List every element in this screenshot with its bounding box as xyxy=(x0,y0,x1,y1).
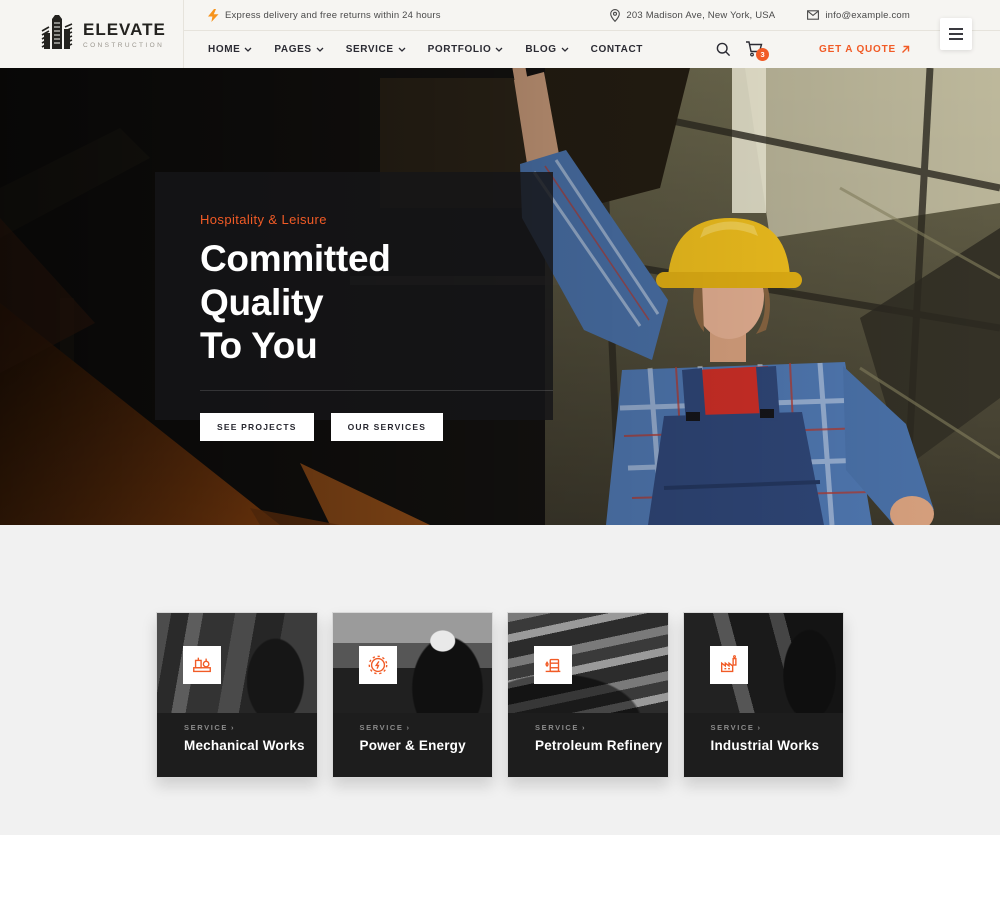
hero-title-line2: To You xyxy=(200,325,317,366)
service-photo xyxy=(684,613,844,713)
service-title: Industrial Works xyxy=(711,738,844,753)
chevron-down-icon xyxy=(244,47,252,52)
hero-divider xyxy=(200,390,553,391)
see-projects-button[interactable]: SEE PROJECTS xyxy=(200,413,314,441)
logo-text: ELEVATE CONSTRUCTION xyxy=(83,20,166,49)
chevron-right-icon: › xyxy=(582,723,585,732)
service-title: Power & Energy xyxy=(360,738,493,753)
nav-item-service[interactable]: SERVICE xyxy=(346,44,406,55)
factory-icon xyxy=(718,654,740,676)
quote-label: GET A QUOTE xyxy=(819,44,896,55)
service-photo xyxy=(333,613,493,713)
service-tag-text: SERVICE xyxy=(184,723,228,732)
service-icon-box xyxy=(710,646,748,684)
cart-count-badge: 3 xyxy=(756,48,769,61)
our-services-button[interactable]: OUR SERVICES xyxy=(331,413,443,441)
promo-text: Express delivery and free returns within… xyxy=(225,10,441,21)
chevron-right-icon: › xyxy=(758,723,761,732)
brand-tagline: CONSTRUCTION xyxy=(83,42,166,49)
hero-title: Committed Quality To You xyxy=(200,237,523,368)
service-card-mechanical[interactable]: SERVICE› Mechanical Works xyxy=(156,612,318,778)
hero-kicker: Hospitality & Leisure xyxy=(200,212,523,227)
chevron-down-icon xyxy=(495,47,503,52)
service-tag-text: SERVICE xyxy=(711,723,755,732)
service-title: Mechanical Works xyxy=(184,738,317,753)
address-text: 203 Madison Ave, New York, USA xyxy=(626,10,775,21)
cart-button[interactable]: 3 xyxy=(745,41,763,57)
service-caption: SERVICE› Power & Energy xyxy=(333,713,493,753)
service-tag: SERVICE› xyxy=(535,723,668,732)
header-right: Express delivery and free returns within… xyxy=(183,0,1000,68)
hero-content-panel: Hospitality & Leisure Committed Quality … xyxy=(155,172,553,420)
nav-label: PAGES xyxy=(274,44,311,55)
lightning-icon xyxy=(208,9,219,22)
nav-item-home[interactable]: HOME xyxy=(208,44,252,55)
nav-label: CONTACT xyxy=(591,44,643,55)
bottom-whitespace xyxy=(0,835,1000,900)
nav-item-blog[interactable]: BLOG xyxy=(525,44,568,55)
nav-label: SERVICE xyxy=(346,44,394,55)
chevron-down-icon xyxy=(561,47,569,52)
hero-buttons: SEE PROJECTS OUR SERVICES xyxy=(200,413,523,441)
service-caption: SERVICE› Mechanical Works xyxy=(157,713,317,753)
arrow-up-right-icon xyxy=(901,45,910,54)
main-nav: HOME PAGES SERVICE PORTFOLIO BLOG xyxy=(184,31,1000,67)
service-icon-box xyxy=(534,646,572,684)
hero-section: Hospitality & Leisure Committed Quality … xyxy=(0,68,1000,525)
service-icon-box xyxy=(183,646,221,684)
menu-toggle-button[interactable] xyxy=(940,18,972,50)
service-card-industrial[interactable]: SERVICE› Industrial Works xyxy=(683,612,845,778)
logo[interactable]: ELEVATE CONSTRUCTION xyxy=(0,0,183,68)
service-icon-box xyxy=(359,646,397,684)
service-caption: SERVICE› Petroleum Refinery xyxy=(508,713,668,753)
chevron-down-icon xyxy=(398,47,406,52)
brand-name: ELEVATE xyxy=(83,20,166,40)
service-tag-text: SERVICE xyxy=(535,723,579,732)
header-icon-buttons: 3 xyxy=(716,41,763,57)
menu-line xyxy=(949,38,963,40)
service-tag: SERVICE› xyxy=(360,723,493,732)
topbar: Express delivery and free returns within… xyxy=(184,0,1000,31)
lathe-machine-icon xyxy=(191,654,213,676)
service-tag-text: SERVICE xyxy=(360,723,404,732)
email-item[interactable]: info@example.com xyxy=(807,9,910,22)
service-tag: SERVICE› xyxy=(711,723,844,732)
service-tag: SERVICE› xyxy=(184,723,317,732)
oil-refinery-icon xyxy=(542,654,564,676)
service-title: Petroleum Refinery xyxy=(535,738,668,753)
chevron-right-icon: › xyxy=(231,723,234,732)
menu-line xyxy=(949,33,963,35)
power-energy-icon xyxy=(367,654,389,676)
service-cards: SERVICE› Mechanical Works SERVICE› xyxy=(156,525,844,778)
service-photo xyxy=(157,613,317,713)
nav-label: PORTFOLIO xyxy=(428,44,492,55)
get-a-quote-link[interactable]: GET A QUOTE xyxy=(819,44,910,55)
hero-title-line1: Committed Quality xyxy=(200,238,391,323)
promo-message: Express delivery and free returns within… xyxy=(208,9,441,22)
nav-item-pages[interactable]: PAGES xyxy=(274,44,323,55)
site-header: ELEVATE CONSTRUCTION Express delivery an… xyxy=(0,0,1000,68)
menu-line xyxy=(949,28,963,30)
service-photo xyxy=(508,613,668,713)
search-icon[interactable] xyxy=(716,42,731,57)
nav-label: BLOG xyxy=(525,44,556,55)
address-item: 203 Madison Ave, New York, USA xyxy=(610,9,775,22)
chevron-right-icon: › xyxy=(407,723,410,732)
service-card-petroleum[interactable]: SERVICE› Petroleum Refinery xyxy=(507,612,669,778)
service-card-power[interactable]: SERVICE› Power & Energy xyxy=(332,612,494,778)
services-section: SERVICE› Mechanical Works SERVICE› xyxy=(0,525,1000,835)
location-pin-icon xyxy=(610,9,620,22)
chevron-down-icon xyxy=(316,47,324,52)
logo-buildings-icon xyxy=(40,15,74,53)
envelope-icon xyxy=(807,10,819,20)
nav-label: HOME xyxy=(208,44,240,55)
nav-item-contact[interactable]: CONTACT xyxy=(591,44,643,55)
page: ELEVATE CONSTRUCTION Express delivery an… xyxy=(0,0,1000,900)
nav-item-portfolio[interactable]: PORTFOLIO xyxy=(428,44,504,55)
email-text: info@example.com xyxy=(825,10,910,21)
topbar-right: 203 Madison Ave, New York, USA info@exam… xyxy=(610,9,910,22)
service-caption: SERVICE› Industrial Works xyxy=(684,713,844,753)
